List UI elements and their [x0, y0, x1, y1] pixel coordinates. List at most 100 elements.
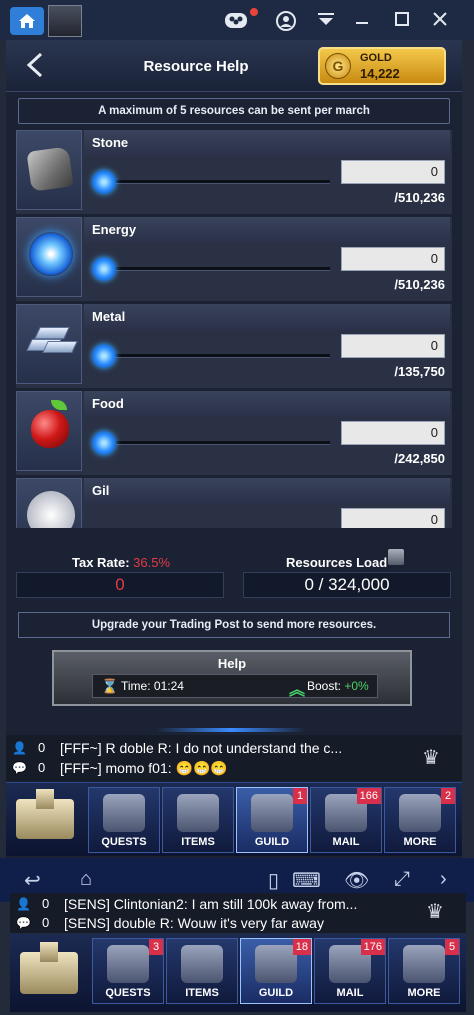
boost-value: +0% — [344, 679, 369, 693]
home-shape-icon[interactable]: ⌂ — [80, 868, 92, 891]
eye-icon[interactable]: 👁 — [344, 868, 369, 893]
chat-bubble-icon: 💬 — [12, 761, 27, 775]
resources-load-value: 0 / 324,000 — [243, 572, 451, 598]
more-badge: 2 — [441, 788, 455, 804]
resource-row-gil: Gil 0 — [16, 478, 452, 528]
account-icon[interactable] — [274, 10, 298, 32]
more-icon — [403, 945, 445, 983]
nav-mail[interactable]: MAIL 176 — [314, 938, 386, 1004]
leaf-icon — [51, 400, 67, 410]
tax-rate-label: Tax Rate: 36.5% — [72, 555, 171, 570]
help-boost: Boost: +0% — [307, 679, 369, 693]
max-resources-notice: A maximum of 5 resources can be sent per… — [18, 98, 450, 124]
chat-bubble-icon: 💬 — [16, 916, 31, 930]
chat-text: [FFF~] R doble R: I do not understand th… — [60, 740, 343, 756]
quests-badge: 3 — [149, 939, 163, 955]
bottom-nav-2: QUESTS 3 ITEMS GUILD 18 MAIL 176 MORE 5 — [10, 934, 466, 1012]
resource-amount-input[interactable]: 0 — [341, 334, 445, 358]
castle-button[interactable] — [12, 936, 86, 1004]
gold-balance-button[interactable]: G GOLD 14,222 — [318, 47, 446, 85]
energy-icon — [29, 232, 73, 276]
home-button[interactable] — [10, 7, 44, 35]
resource-icon-frame — [16, 217, 82, 297]
resource-slider-handle[interactable] — [92, 431, 116, 455]
resource-slider-handle[interactable] — [92, 344, 116, 368]
help-time: Time: 01:24 — [121, 679, 184, 693]
nav-more[interactable]: MORE 2 — [384, 787, 456, 853]
nav-quests[interactable]: QUESTS — [88, 787, 160, 853]
nav-mail[interactable]: MAIL 166 — [310, 787, 382, 853]
cart-icon — [388, 549, 404, 565]
hourglass-icon: ⌛ — [101, 678, 119, 694]
metal-icon — [26, 327, 78, 357]
resource-amount-input[interactable]: 0 — [341, 421, 445, 445]
resource-slider-track[interactable] — [100, 354, 330, 358]
crown-helm-icon — [251, 794, 293, 832]
help-button[interactable]: Help ⌛ Time: 01:24 ︽ Boost: +0% — [52, 650, 412, 706]
resource-amount-input[interactable]: 0 — [341, 508, 445, 528]
resource-max: /135,750 — [394, 364, 445, 379]
gil-coin-icon — [27, 491, 75, 528]
chat-line: 👤 0 [SENS] Clintonian2: I am still 100k … — [10, 895, 430, 915]
resource-slider-track[interactable] — [100, 267, 330, 271]
resource-icon-frame — [16, 478, 82, 528]
resource-amount-input[interactable]: 0 — [341, 160, 445, 184]
resource-name: Stone — [92, 135, 129, 150]
apple-icon — [31, 410, 69, 448]
nav-more[interactable]: MORE 5 — [388, 938, 460, 1004]
resource-name: Metal — [92, 309, 126, 324]
resource-slider-track[interactable] — [100, 180, 330, 184]
app-tab-avatar[interactable] — [48, 5, 82, 37]
nav-items[interactable]: ITEMS — [166, 938, 238, 1004]
bag-icon — [177, 794, 219, 832]
resource-slider-handle[interactable] — [92, 170, 116, 194]
notification-dot — [250, 8, 258, 16]
phone-icon[interactable]: ▯ — [268, 868, 279, 893]
resource-max: /510,236 — [394, 190, 445, 205]
chat-text: [FFF~] momo f01: 😁😁😁 — [60, 760, 228, 776]
fullscreen-icon[interactable]: ⤢ — [394, 868, 410, 891]
chat-preview-2[interactable]: 👤 0 [SENS] Clintonian2: I am still 100k … — [10, 893, 466, 933]
nav-guild[interactable]: GUILD 18 — [240, 938, 312, 1004]
menu-dropdown-icon[interactable] — [314, 10, 338, 32]
more-icon — [399, 794, 441, 832]
resource-max: /510,236 — [394, 277, 445, 292]
minimize-icon[interactable] — [350, 10, 374, 32]
resource-icon-frame — [16, 130, 82, 210]
resource-title-bar: Gil — [84, 478, 450, 504]
page-title: Resource Help — [143, 58, 249, 75]
divider — [156, 728, 306, 732]
chat-text: [SENS] double R: Wouw it's very far away — [64, 915, 324, 931]
more-badge: 5 — [445, 939, 459, 955]
maximize-icon[interactable] — [390, 10, 414, 32]
resource-row-food: Food 0 /242,850 — [16, 391, 452, 475]
tax-amount: 0 — [16, 572, 224, 598]
quest-scroll-icon — [107, 945, 149, 983]
chat-preview[interactable]: 👤 0 [FFF~] R doble R: I do not understan… — [6, 735, 462, 781]
nav-guild[interactable]: GUILD 1 — [236, 787, 308, 853]
nav-items[interactable]: ITEMS — [162, 787, 234, 853]
people-icon[interactable] — [224, 10, 248, 32]
chat-line: 💬 0 [SENS] double R: Wouw it's very far … — [10, 914, 430, 934]
resource-slider-track[interactable] — [100, 441, 330, 445]
quest-scroll-icon — [103, 794, 145, 832]
back-arrow-icon[interactable]: ↩ — [24, 868, 41, 893]
nav-quests[interactable]: QUESTS 3 — [92, 938, 164, 1004]
castle-button[interactable] — [8, 785, 82, 853]
resources-load-label: Resources Load — [286, 555, 388, 570]
resource-name: Energy — [92, 222, 137, 237]
chevron-right-icon[interactable]: › — [440, 868, 447, 891]
crown-icon[interactable]: ♛ — [426, 899, 444, 924]
crown-icon[interactable]: ♛ — [422, 745, 440, 770]
guild-badge: 1 — [293, 788, 307, 804]
header-bar: Resource Help G GOLD 14,222 — [6, 40, 462, 92]
close-icon[interactable] — [428, 10, 452, 32]
resource-amount-input[interactable]: 0 — [341, 247, 445, 271]
back-button[interactable] — [20, 52, 50, 82]
chat-text: [SENS] Clintonian2: I am still 100k away… — [64, 896, 358, 912]
resource-list[interactable]: Stone 0 /510,236 Energy 0 /510,236 Metal — [16, 130, 452, 528]
resource-title-bar: Metal — [84, 304, 450, 330]
keyboard-icon[interactable]: ⌨ — [292, 868, 321, 893]
resource-slider-handle[interactable] — [92, 257, 116, 281]
resource-icon-frame — [16, 391, 82, 471]
